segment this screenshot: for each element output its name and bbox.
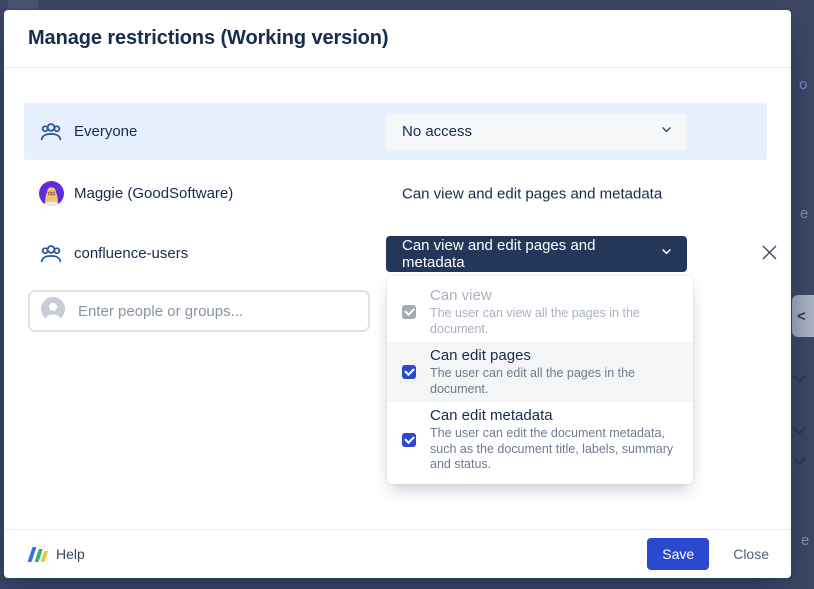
screen: o e < e Manage restrictions (Working ver… [0,0,814,589]
chevron-down-icon [659,122,674,141]
user-name-label: Maggie (GoodSoftware) [74,185,233,202]
can-view-checkbox[interactable] [402,305,416,319]
chevron-down-icon [659,244,674,263]
restriction-row-confluence-users: confluence-users Can view and edit pages… [24,225,767,282]
option-description: The user can edit the document metadata,… [430,426,681,473]
background-tab [8,0,38,9]
everyone-access-select[interactable]: No access [386,114,687,150]
background-text-fragment: e [801,532,809,549]
collapse-chevron-icon: < [797,308,806,325]
dialog-title: Manage restrictions (Working version) [28,27,388,50]
group-name-label: confluence-users [74,245,188,262]
k15t-logo-icon [28,547,50,562]
remove-restriction-button[interactable] [757,242,781,266]
background-text-fragment: e [800,205,808,222]
close-button[interactable]: Close [731,542,771,566]
save-button[interactable]: Save [647,538,709,570]
menu-item-text: Can edit metadata The user can edit the … [430,407,681,473]
menu-item-text: Can edit pages The user can edit all the… [430,347,681,397]
selected-access-value: Can view and edit pages and metadata [402,237,659,271]
add-people-field [28,290,370,332]
menu-item-can-view[interactable]: Can view The user can view all the pages… [387,282,693,342]
option-description: The user can view all the pages in the d… [430,306,681,337]
maggie-access-text: Can view and edit pages and metadata [402,185,662,202]
manage-restrictions-dialog: Manage restrictions (Working version) Ev… [4,10,791,578]
menu-item-can-edit-pages[interactable]: Can edit pages The user can edit all the… [387,342,693,402]
option-label: Can view [430,287,681,305]
option-label: Can edit pages [430,347,681,365]
option-description: The user can edit all the pages in the d… [430,366,681,397]
help-label: Help [56,546,85,562]
selected-access-value: No access [402,123,472,140]
dialog-header: Manage restrictions (Working version) [4,10,791,68]
people-group-icon [38,241,64,267]
option-label: Can edit metadata [430,407,681,425]
can-edit-metadata-checkbox[interactable] [402,433,416,447]
background-chevron-icon [795,372,805,382]
background-collapse-button: < [792,295,814,337]
permissions-dropdown-menu: Can view The user can view all the pages… [387,276,693,484]
maggie-avatar [38,181,64,207]
can-edit-pages-checkbox[interactable] [402,365,416,379]
restriction-row-everyone: Everyone No access [24,103,767,160]
group-name-label: Everyone [74,123,137,140]
people-search-input[interactable] [76,302,357,321]
help-button[interactable]: Help [30,546,85,562]
dialog-footer: Help Save Close [4,529,791,578]
restriction-row-maggie: Maggie (GoodSoftware) Can view and edit … [24,165,767,222]
menu-item-text: Can view The user can view all the pages… [430,287,681,337]
background-text-fragment: o [799,76,807,93]
confluence-users-access-select[interactable]: Can view and edit pages and metadata [386,236,687,272]
background-chevron-icon [795,454,805,464]
people-group-icon [38,119,64,145]
background-chevron-icon [795,424,805,434]
menu-item-can-edit-metadata[interactable]: Can edit metadata The user can edit the … [387,402,693,478]
close-x-icon [759,242,780,266]
person-placeholder-icon [41,297,65,326]
dialog-body: Everyone No access [4,68,791,529]
